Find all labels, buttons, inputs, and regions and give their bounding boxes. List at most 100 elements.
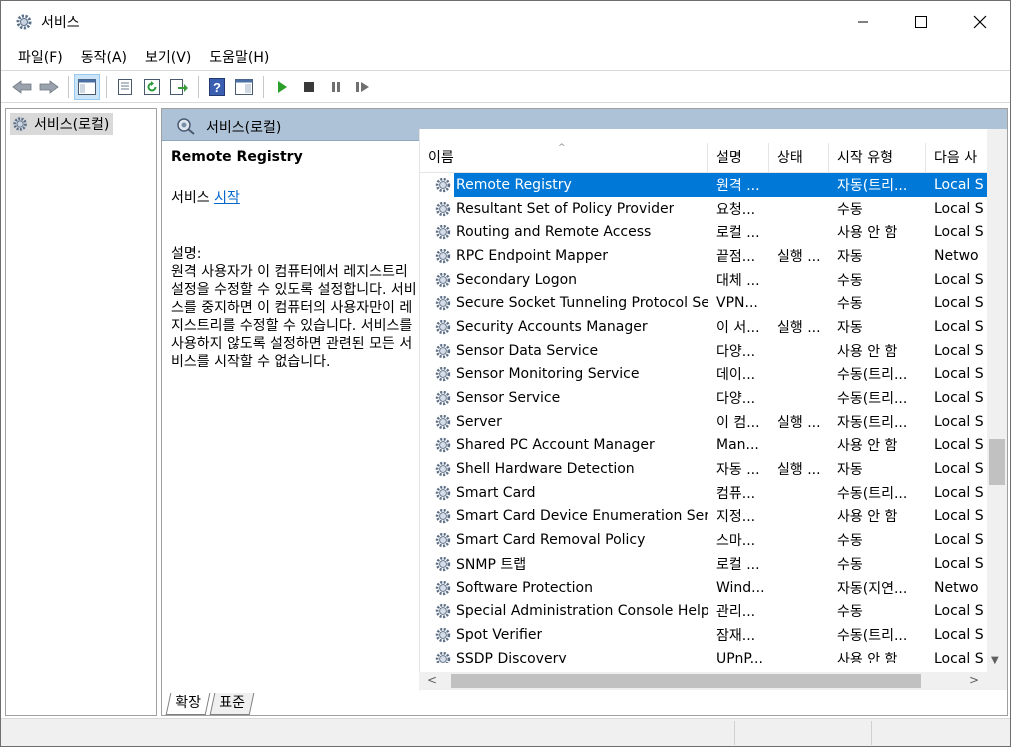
service-gear-icon [435,177,451,193]
stop-icon [304,81,314,92]
table-row[interactable]: Shared PC Account Manager Man... 사용 안 함 Loc… [420,434,987,458]
column-header-startup-type[interactable]: 시작 유형 [829,143,926,173]
service-name: RPC Endpoint Mapper [456,247,608,264]
column-header-logon-as[interactable]: 다음 사 [926,143,987,173]
tab-extended[interactable]: 확장 [165,693,211,715]
refresh-button[interactable] [139,74,165,100]
service-description-cell: 대체 ... [716,272,760,289]
table-row[interactable]: RPC Endpoint Mapper 끝점... 실행 ... 자동 Netwo [420,244,987,268]
service-description-cell: 컴퓨... [716,485,756,502]
stop-service-button[interactable] [296,74,322,100]
service-name-cell: Spot Verifier [420,626,708,644]
table-row[interactable]: Shell Hardware Detection 자동 ... 실행 ... 자동 Lo… [420,457,987,481]
menu-action[interactable]: 동작(A) [72,47,136,67]
service-logon-cell: Local S [934,413,984,430]
maximize-button[interactable] [892,1,950,43]
services-window: 서비스 파일(F) 동작(A) 보기(V) 도움말(H) ? 서비스(로컬) 서… [0,0,1011,747]
service-logon-cell: Local S [934,650,984,663]
tree-node-services-local[interactable]: 서비스(로컬) [10,113,114,135]
service-name-cell: Special Administration Console Helper [420,602,708,620]
table-row[interactable]: Special Administration Console Helper 관리.… [420,599,987,623]
menu-file[interactable]: 파일(F) [9,47,72,67]
horizontal-scroll-thumb[interactable] [451,674,921,688]
start-service-button[interactable] [269,74,295,100]
service-name: Shell Hardware Detection [456,461,635,478]
service-name: Routing and Remote Access [456,224,652,241]
resume-icon [356,81,369,92]
table-row[interactable]: Secure Socket Tunneling Protocol Ser... V… [420,291,987,315]
toolbar-separator [106,75,107,98]
scroll-left-icon[interactable]: < [427,673,437,687]
pane-title: 서비스(로컬) [206,120,282,136]
table-row[interactable]: Resultant Set of Policy Provider 요청... 수동 L… [420,197,987,221]
service-logon-cell: Local S [934,532,984,549]
service-description-cell: 로컬 ... [716,556,760,573]
service-name: Sensor Service [456,390,561,407]
horizontal-scrollbar[interactable]: < > [419,672,1007,690]
service-gear-icon [435,604,451,619]
table-row[interactable]: Software Protection Wind... 자동(지연... Netwo [420,576,987,600]
table-row[interactable]: SSDP Discovery UPnP... 사용 안 함 Local S [420,647,987,663]
table-row[interactable]: Secondary Logon 대체 ... 수동 Local S [420,268,987,292]
table-row[interactable]: Smart Card 컴퓨... 수동(트리... Local S [420,481,987,505]
scroll-right-icon[interactable]: > [969,673,979,687]
pause-service-button[interactable] [323,74,349,100]
service-name-cell: Routing and Remote Access [420,223,708,241]
column-header-name[interactable]: ^ 이름 [420,143,708,173]
close-button[interactable] [951,1,1009,43]
service-description-cell: 원격 ... [708,174,769,195]
table-row[interactable]: Sensor Service 다양... 수동(트리... Local S [420,386,987,410]
service-gear-icon [435,627,451,643]
column-header-status[interactable]: 상태 [769,143,829,173]
help-button[interactable]: ? [204,74,230,100]
service-startup-cell: 수동 [837,556,863,573]
start-service-link[interactable]: 시작 [214,190,240,206]
menu-help[interactable]: 도움말(H) [200,47,278,67]
forward-button[interactable] [36,74,62,100]
service-name-cell: Smart Card Device Enumeration Servi... [420,507,708,525]
service-description-cell: 스마... [716,533,756,550]
vertical-scroll-thumb[interactable] [989,439,1005,485]
start-line: 서비스 시작 [171,187,418,207]
service-gear-icon [435,580,451,595]
service-description-cell: 요청... [716,201,756,218]
table-row[interactable]: Smart Card Device Enumeration Servi... 지정… [420,505,987,529]
export-list-icon [170,78,188,95]
scroll-down-icon[interactable]: ▼ [991,655,999,666]
table-row[interactable]: Sensor Data Service 다양... 사용 안 함 Local S [420,339,987,363]
export-list-button[interactable] [166,74,192,100]
table-row[interactable]: SNMP 트랩 로컬 ... 수동 Local S [420,552,987,576]
vertical-scrollbar[interactable]: ▼ [987,129,1007,672]
service-startup-cell: 자동(지연... [837,580,908,597]
table-row[interactable]: Remote Registry 원격 ... 자동(트리... Local S [420,173,987,197]
table-row[interactable]: Smart Card Removal Policy 스마... 수동 Local S [420,528,987,552]
view-button[interactable] [231,74,257,100]
properties-button[interactable] [112,74,138,100]
show-console-tree-button[interactable] [74,73,100,100]
services-gear-icon [13,117,27,131]
table-row[interactable]: Server 이 컴... 실행 ... 자동(트리... Local S [420,410,987,434]
back-button[interactable] [9,74,35,100]
service-name: Security Accounts Manager [456,318,648,335]
table-row[interactable]: Security Accounts Manager 이 서... 실행 ... 자동 L… [420,315,987,339]
service-name-cell: Secondary Logon [420,271,708,289]
service-startup-cell: 사용 안 함 [837,509,898,526]
table-row[interactable]: Routing and Remote Access 로컬 ... 사용 안 함 Loc… [420,220,987,244]
resume-service-button[interactable] [350,74,376,100]
table-row[interactable]: Spot Verifier 잠재... 수동(트리... Local S [420,623,987,647]
service-name-cell: Security Accounts Manager [420,318,708,336]
column-header-description[interactable]: 설명 [708,143,769,173]
minimize-button[interactable] [834,1,892,43]
menu-view[interactable]: 보기(V) [136,47,200,67]
service-logon-cell: Local S [934,603,984,620]
toolbar-separator [263,75,264,98]
table-row[interactable]: Sensor Monitoring Service 데이... 수동(트리... Lo… [420,363,987,387]
service-gear-icon [435,343,451,358]
service-logon-cell: Local S [934,295,984,312]
service-startup-cell: 사용 안 함 [837,438,898,455]
maximize-icon [915,16,927,28]
tab-standard[interactable]: 표준 [209,693,255,715]
sort-ascending-icon: ^ [558,143,566,153]
service-startup-cell: 수동(트리... [837,627,908,644]
service-gear-icon [435,225,451,240]
